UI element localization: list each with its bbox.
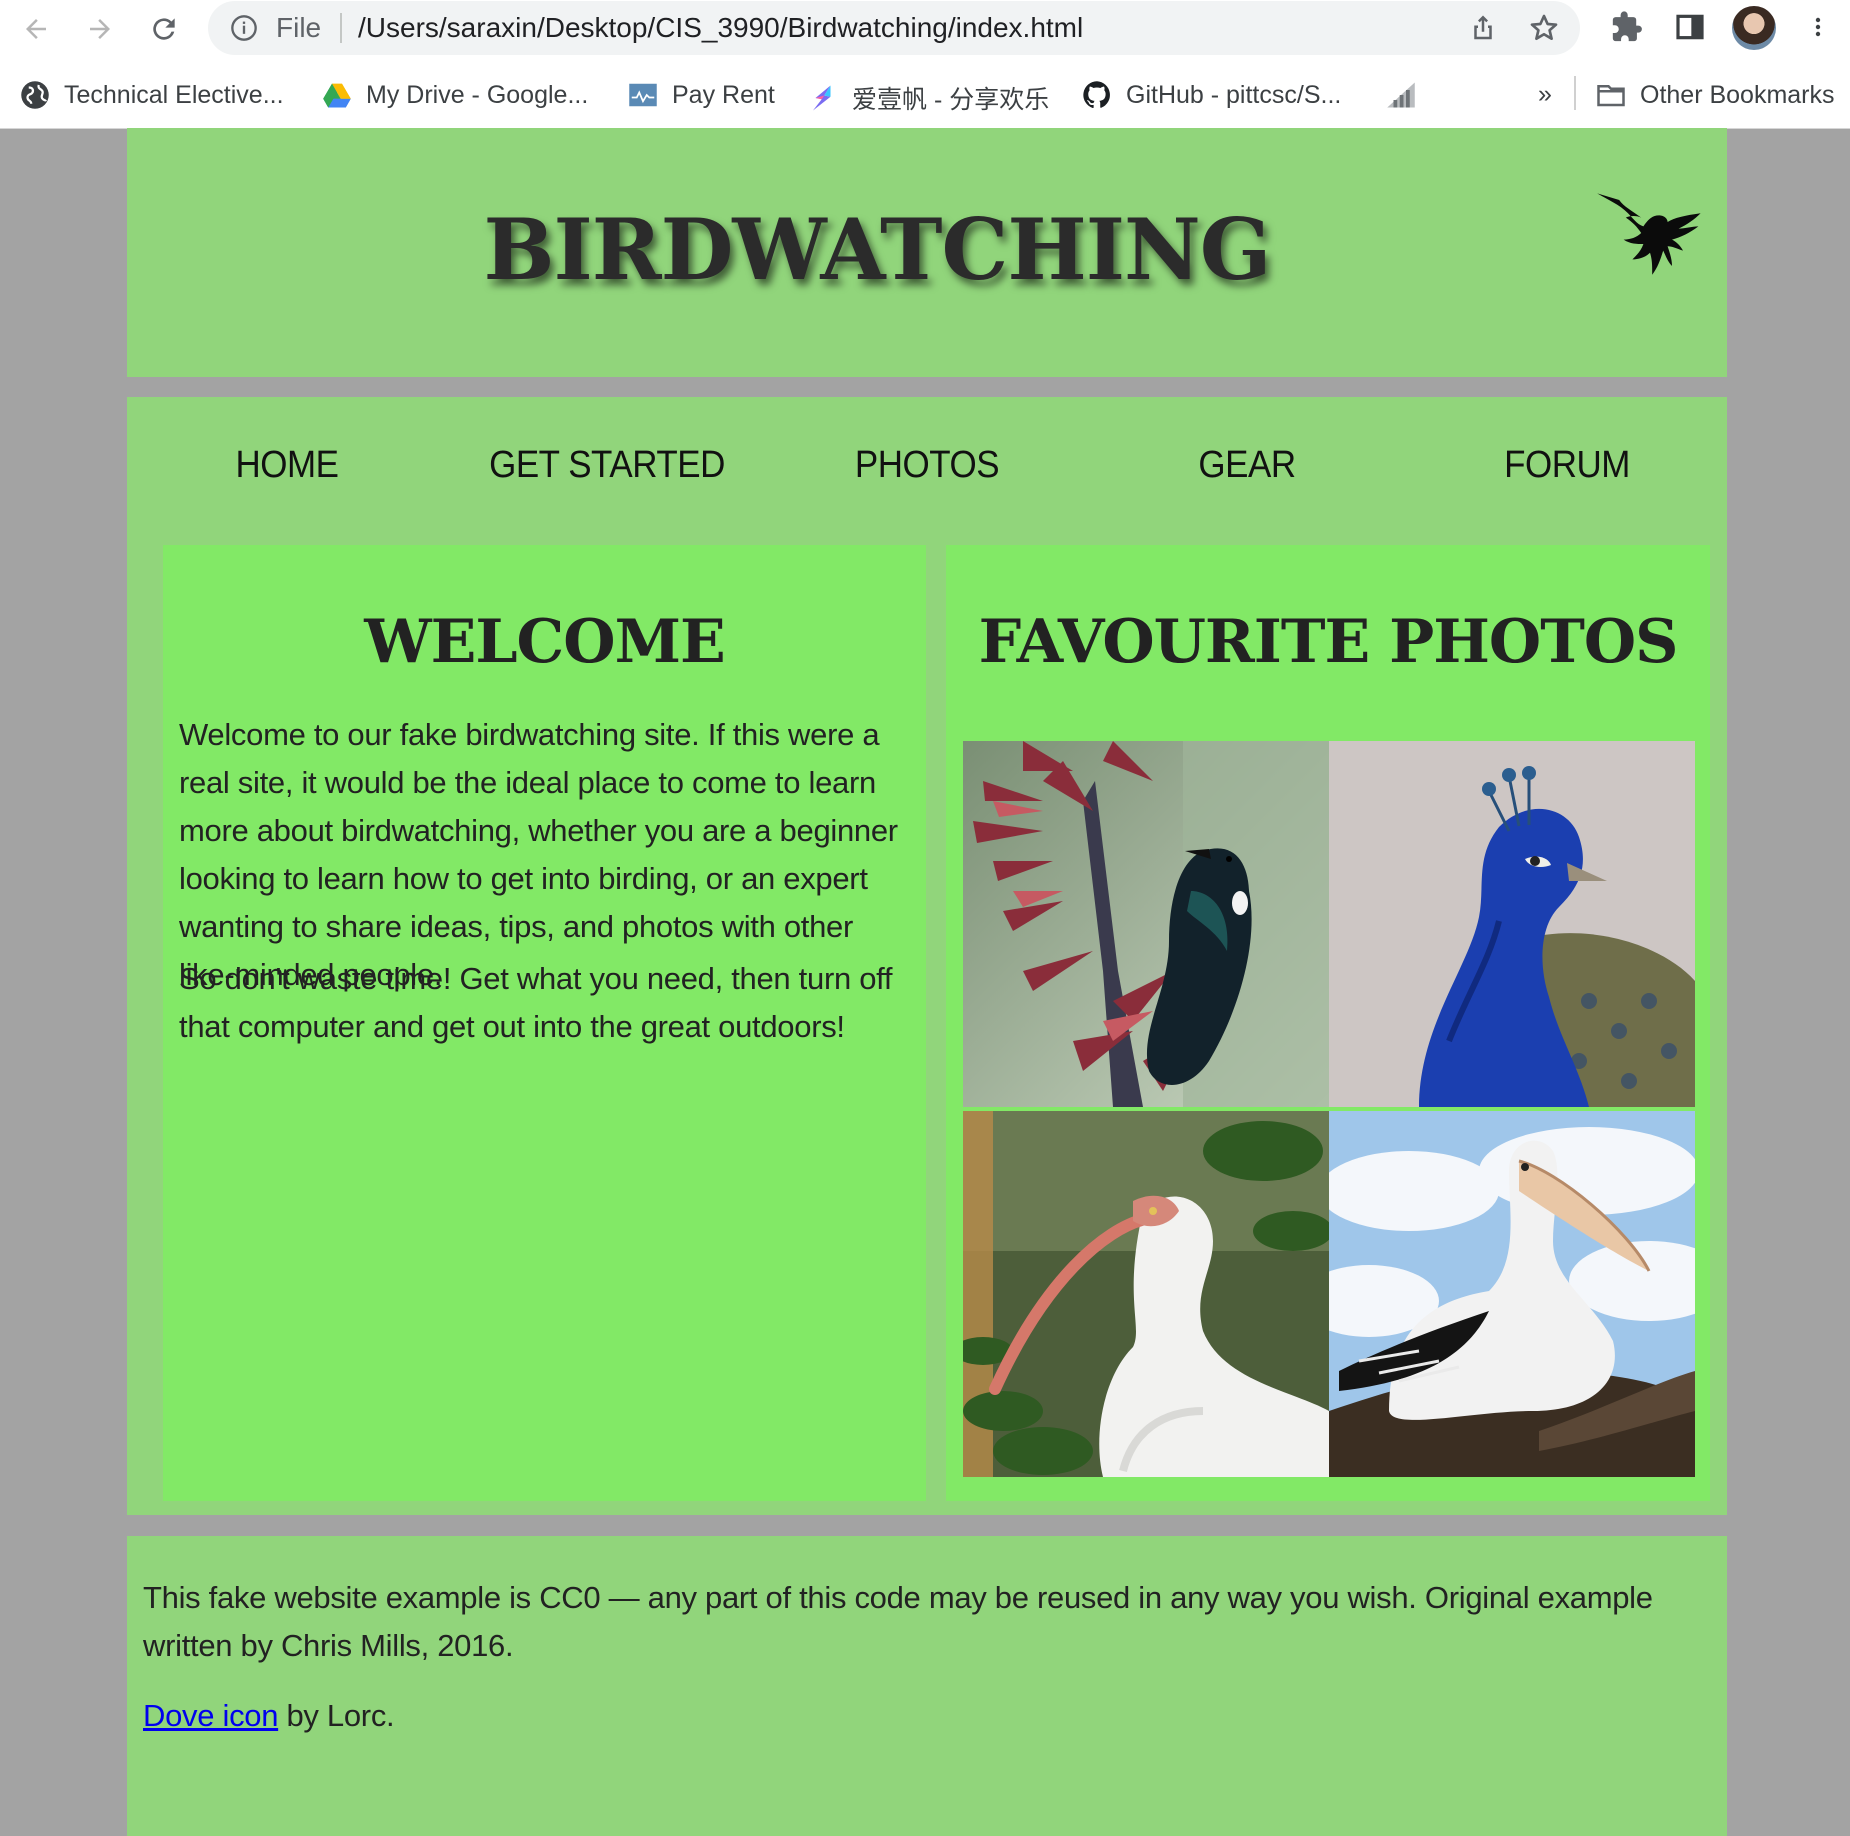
aiyifan-icon — [813, 85, 831, 111]
favourite-photos-panel: FAVOURITE PHOTOS — [946, 545, 1710, 1501]
share-icon[interactable] — [1468, 12, 1498, 44]
folder-icon — [1597, 85, 1625, 107]
other-bookmarks-folder[interactable]: Other Bookmarks — [1596, 80, 1835, 110]
welcome-panel: WELCOME Welcome to our fake birdwatching… — [163, 545, 926, 1501]
scheme-label: File — [276, 12, 322, 43]
site-title: BIRDWATCHING — [483, 200, 1271, 299]
bookmark-github[interactable]: GitHub - pittcsc/S... — [1082, 80, 1341, 110]
bookmark-aiyifan[interactable]: 爱壹帆 - 分享欢乐 — [808, 80, 1049, 116]
peacock-photo[interactable] — [1329, 741, 1695, 1107]
chart-bookmark-icon — [1387, 82, 1415, 108]
forward-button[interactable] — [80, 9, 120, 49]
github-icon — [1083, 81, 1110, 109]
favourite-photos-heading: FAVOURITE PHOTOS — [978, 607, 1679, 677]
bookmarks-divider — [1574, 76, 1576, 110]
bookmarks-overflow-button[interactable]: » — [1538, 80, 1552, 109]
main-nav: HOME GET STARTED PHOTOS GEAR FORUM — [127, 435, 1727, 515]
tui-photo[interactable] — [963, 741, 1329, 1107]
address-bar[interactable]: File /Users/saraxin/Desktop/CIS_3990/Bir… — [208, 1, 1580, 55]
info-icon[interactable] — [230, 14, 258, 42]
dove-icon — [1597, 193, 1701, 275]
extensions-icon[interactable] — [1610, 10, 1644, 44]
profile-avatar[interactable] — [1732, 6, 1776, 50]
bookmark-technical-electives[interactable]: Technical Elective... — [20, 80, 284, 110]
main-section: HOME GET STARTED PHOTOS GEAR FORUM WELCO… — [127, 397, 1727, 1515]
browser-toolbar: File /Users/saraxin/Desktop/CIS_3990/Bir… — [0, 0, 1850, 58]
reload-button[interactable] — [144, 9, 184, 49]
nav-forum[interactable]: FORUM — [1420, 435, 1714, 515]
bookmark-chart[interactable] — [1386, 80, 1416, 110]
star-icon[interactable] — [1528, 12, 1560, 44]
photo-grid — [963, 741, 1695, 1477]
nav-home[interactable]: HOME — [140, 435, 434, 515]
globe-icon — [21, 81, 49, 109]
welcome-heading: WELCOME — [364, 607, 725, 677]
site-footer: This fake website example is CC0 — any p… — [127, 1536, 1727, 1836]
menu-kebab-icon[interactable] — [1806, 10, 1830, 44]
ibis-photo[interactable] — [963, 1111, 1329, 1477]
google-drive-icon — [323, 83, 351, 108]
reload-icon — [153, 18, 175, 40]
dove-icon-link[interactable]: Dove icon — [143, 1698, 278, 1733]
bookmark-my-drive[interactable]: My Drive - Google... — [322, 80, 588, 110]
nav-photos[interactable]: PHOTOS — [780, 435, 1074, 515]
bookmarks-bar: Technical Elective... My Drive - Google.… — [0, 58, 1850, 129]
pelican-photo[interactable] — [1329, 1111, 1695, 1477]
nav-get-started[interactable]: GET STARTED — [460, 435, 754, 515]
welcome-paragraph-2: So don't waste time! Get what you need, … — [179, 961, 893, 1044]
back-button[interactable] — [16, 9, 56, 49]
arrow-left-icon — [26, 19, 46, 39]
nav-gear[interactable]: GEAR — [1100, 435, 1394, 515]
omnibox-divider — [340, 13, 342, 43]
pay-rent-icon — [629, 83, 657, 107]
footer-credit: Dove icon by Lorc. — [143, 1692, 1703, 1740]
arrow-right-icon — [90, 19, 110, 39]
bookmark-pay-rent[interactable]: Pay Rent — [628, 80, 775, 110]
footer-credit-suffix: by Lorc. — [278, 1698, 395, 1733]
url-text[interactable]: /Users/saraxin/Desktop/CIS_3990/Birdwatc… — [358, 12, 1083, 44]
site-header: BIRDWATCHING — [127, 128, 1727, 377]
footer-license-text: This fake website example is CC0 — any p… — [143, 1580, 1653, 1663]
side-panel-icon[interactable] — [1674, 10, 1706, 44]
